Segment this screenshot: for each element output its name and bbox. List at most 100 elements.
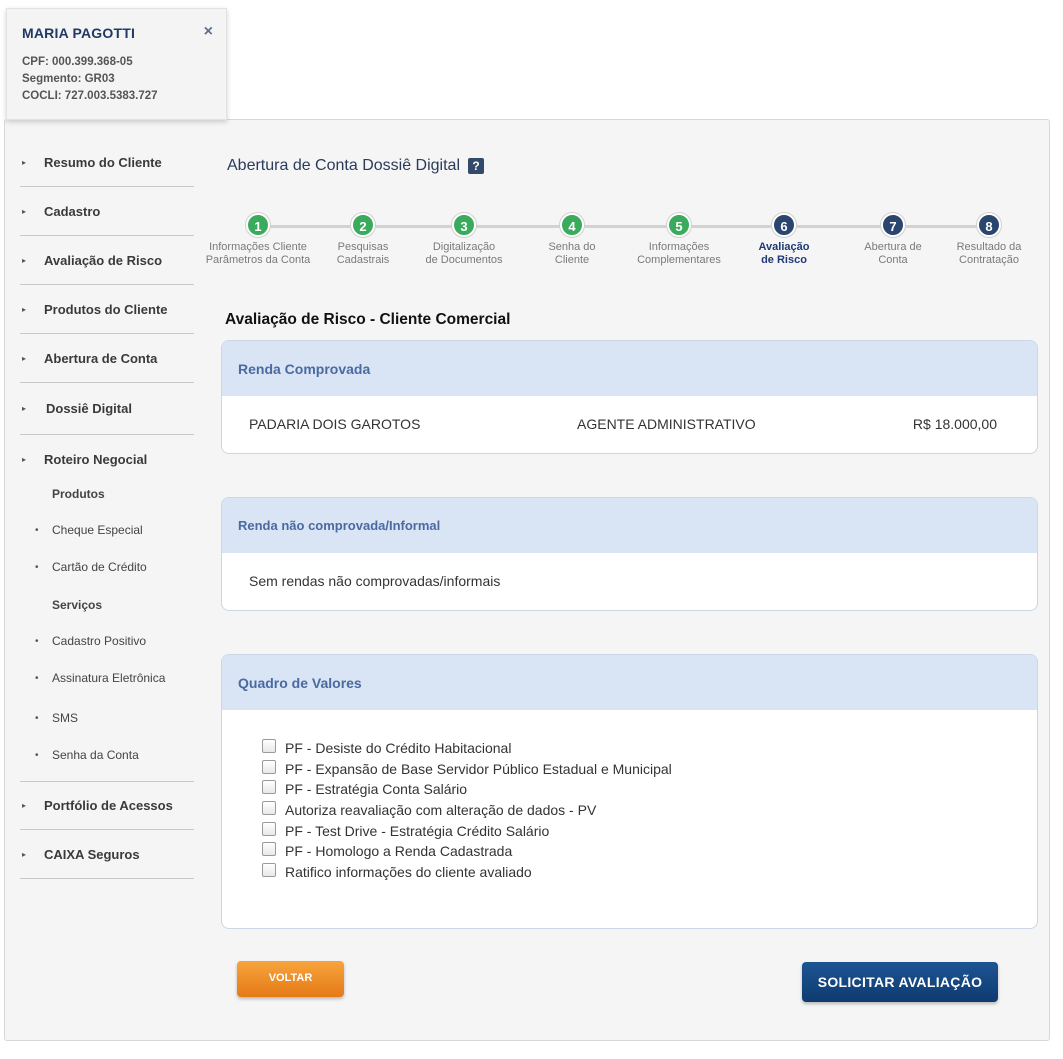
client-cocli: COCLI: 727.003.5383.727: [22, 90, 158, 102]
option-checkbox[interactable]: [262, 821, 276, 836]
option-row[interactable]: PF - Expansão de Base Servidor Público E…: [262, 759, 1037, 780]
income-row: PADARIA DOIS GAROTOS AGENTE ADMINISTRATI…: [222, 396, 1037, 453]
submit-evaluation-button[interactable]: SOLICITAR AVALIAÇÃO: [802, 962, 998, 1002]
sidebar-item-abertura-conta[interactable]: ▸ Abertura de Conta: [20, 334, 194, 383]
step-number-badge: 2: [351, 213, 375, 237]
sidebar-item-label: Produtos do Cliente: [44, 301, 168, 317]
client-cpf: CPF: 000.399.368-05: [22, 56, 133, 68]
sidebar-subitem-cadastro-positivo[interactable]: • Cadastro Positivo: [20, 634, 194, 648]
panel-renda-comprovada: Renda Comprovada PADARIA DOIS GAROTOS AG…: [221, 340, 1038, 454]
sidebar-subitem-label: Cheque Especial: [52, 523, 143, 537]
step-number-badge: 7: [881, 213, 905, 237]
sidebar-subitem-label: Assinatura Eletrônica: [52, 671, 166, 685]
income-occupation: AGENTE ADMINISTRATIVO: [577, 416, 756, 432]
caret-right-icon: ▸: [22, 157, 27, 167]
caret-right-icon: ▸: [22, 206, 27, 216]
option-checkbox[interactable]: [262, 842, 276, 857]
client-name: MARIA PAGOTTI: [22, 25, 136, 41]
sidebar-item-cadastro[interactable]: ▸ Cadastro: [20, 187, 194, 236]
sidebar-subheading-produtos: Produtos: [52, 487, 105, 501]
bullet-icon: •: [35, 749, 39, 761]
sidebar-subitem-label: Cartão de Crédito: [52, 560, 147, 574]
option-row[interactable]: PF - Test Drive - Estratégia Crédito Sal…: [262, 820, 1037, 841]
sidebar-item-label: Roteiro Negocial: [44, 452, 148, 467]
option-checkbox[interactable]: [262, 801, 276, 816]
caret-right-icon: ▸: [22, 455, 27, 464]
option-label: PF - Desiste do Crédito Habitacional: [285, 740, 512, 757]
sidebar-subitem-cheque-especial[interactable]: • Cheque Especial: [20, 523, 194, 537]
page-title-text: Abertura de Conta Dossiê Digital: [227, 157, 461, 174]
options-checklist: PF - Desiste do Crédito Habitacional PF …: [222, 710, 1037, 882]
sidebar-item-label: Dossiê Digital: [46, 401, 132, 416]
sidebar-item-label: Resumo do Cliente: [44, 154, 162, 170]
sidebar-subitem-senha-conta[interactable]: • Senha da Conta: [20, 748, 194, 762]
sidebar-subheading-servicos: Serviços: [52, 598, 103, 612]
sidebar-subitem-label: SMS: [52, 711, 79, 725]
sidebar-item-label: CAIXA Seguros: [44, 846, 140, 862]
page-title: Abertura de Conta Dossiê Digital ?: [227, 157, 485, 175]
caret-right-icon: ▸: [22, 849, 27, 859]
progress-stepper: 1 Informações Cliente Parâmetros da Conta 2…: [200, 210, 1040, 280]
empty-income-text: Sem rendas não comprovadas/informais: [249, 573, 501, 589]
sidebar-subitem-label: Senha da Conta: [52, 748, 139, 762]
step-number-badge: 3: [452, 213, 476, 237]
income-amount: R$ 18.000,00: [912, 416, 997, 432]
panel-heading: Quadro de Valores: [222, 655, 1037, 710]
option-label: Ratifico informações do cliente avaliado: [285, 863, 532, 880]
option-label: PF - Expansão de Base Servidor Público E…: [285, 760, 672, 777]
caret-right-icon: ▸: [22, 255, 27, 265]
panel-heading: Renda não comprovada/Informal: [222, 498, 1037, 553]
sidebar-item-produtos-cliente[interactable]: ▸ Produtos do Cliente: [20, 285, 194, 334]
panel-renda-informal: Renda não comprovada/Informal Sem rendas…: [221, 497, 1038, 611]
income-company: PADARIA DOIS GAROTOS: [249, 416, 421, 432]
step-number-badge: 6: [772, 213, 796, 237]
option-checkbox[interactable]: [262, 780, 276, 795]
option-checkbox[interactable]: [262, 759, 276, 774]
sidebar-subitem-sms[interactable]: • SMS: [20, 711, 194, 725]
bullet-icon: •: [35, 561, 39, 573]
bullet-icon: •: [35, 672, 39, 684]
sidebar-item-label: Cadastro: [44, 203, 101, 219]
section-title: Avaliação de Risco - Cliente Comercial: [225, 311, 511, 328]
option-label: Autoriza reavaliação com alteração de da…: [285, 802, 597, 819]
close-icon[interactable]: ×: [204, 24, 213, 40]
sidebar-subitem-assinatura-eletronica[interactable]: • Assinatura Eletrônica: [20, 671, 194, 685]
option-row[interactable]: PF - Homologo a Renda Cadastrada: [262, 841, 1037, 862]
sidebar-item-roteiro-negocial[interactable]: ▸ Roteiro Negocial: [20, 435, 194, 484]
step-8: 8 Resultado da Contratação: [924, 210, 1054, 267]
bullet-icon: •: [35, 635, 39, 647]
option-row[interactable]: Autoriza reavaliação com alteração de da…: [262, 800, 1037, 821]
back-button[interactable]: VOLTAR: [237, 961, 344, 997]
step-number-badge: 5: [667, 213, 691, 237]
sidebar-item-caixa-seguros[interactable]: ▸ CAIXA Seguros: [20, 830, 194, 879]
caret-right-icon: ▸: [22, 404, 27, 413]
step-label-line: Resultado da: [956, 241, 1022, 253]
client-card: MARIA PAGOTTI × CPF: 000.399.368-05 Segm…: [6, 8, 227, 120]
option-row[interactable]: PF - Estratégia Conta Salário: [262, 779, 1037, 800]
option-label: PF - Homologo a Renda Cadastrada: [285, 843, 513, 860]
bullet-icon: •: [35, 524, 39, 536]
sidebar-item-dossie-digital[interactable]: ▸ Dossiê Digital: [20, 383, 194, 435]
caret-right-icon: ▸: [22, 800, 27, 810]
step-number-badge: 4: [560, 213, 584, 237]
income-row-empty: Sem rendas não comprovadas/informais: [222, 553, 1037, 610]
sidebar-item-portfolio-acessos[interactable]: ▸ Portfólio de Acessos: [20, 781, 194, 830]
sidebar-item-label: Abertura de Conta: [44, 350, 158, 366]
option-row[interactable]: PF - Desiste do Crédito Habitacional: [262, 738, 1037, 759]
client-info: CPF: 000.399.368-05 Segmento: GR03 COCLI…: [22, 54, 226, 105]
client-segment: Segmento: GR03: [22, 73, 115, 85]
step-number-badge: 1: [246, 213, 270, 237]
option-label: PF - Test Drive - Estratégia Crédito Sal…: [285, 822, 550, 839]
sidebar-subitem-label: Cadastro Positivo: [52, 634, 147, 648]
option-checkbox[interactable]: [262, 739, 276, 754]
caret-right-icon: ▸: [22, 304, 27, 314]
sidebar-subitem-cartao-credito[interactable]: • Cartão de Crédito: [20, 560, 194, 574]
step-label: Resultado da Contratação: [924, 241, 1054, 267]
sidebar-item-resumo[interactable]: ▸ Resumo do Cliente: [20, 138, 194, 187]
option-checkbox[interactable]: [262, 862, 276, 877]
option-row[interactable]: Ratifico informações do cliente avaliado: [262, 862, 1037, 883]
help-icon[interactable]: ?: [468, 158, 485, 174]
bullet-icon: •: [35, 712, 39, 724]
step-number-badge: 8: [977, 213, 1001, 237]
sidebar-item-avaliacao-risco[interactable]: ▸ Avaliação de Risco: [20, 236, 194, 285]
